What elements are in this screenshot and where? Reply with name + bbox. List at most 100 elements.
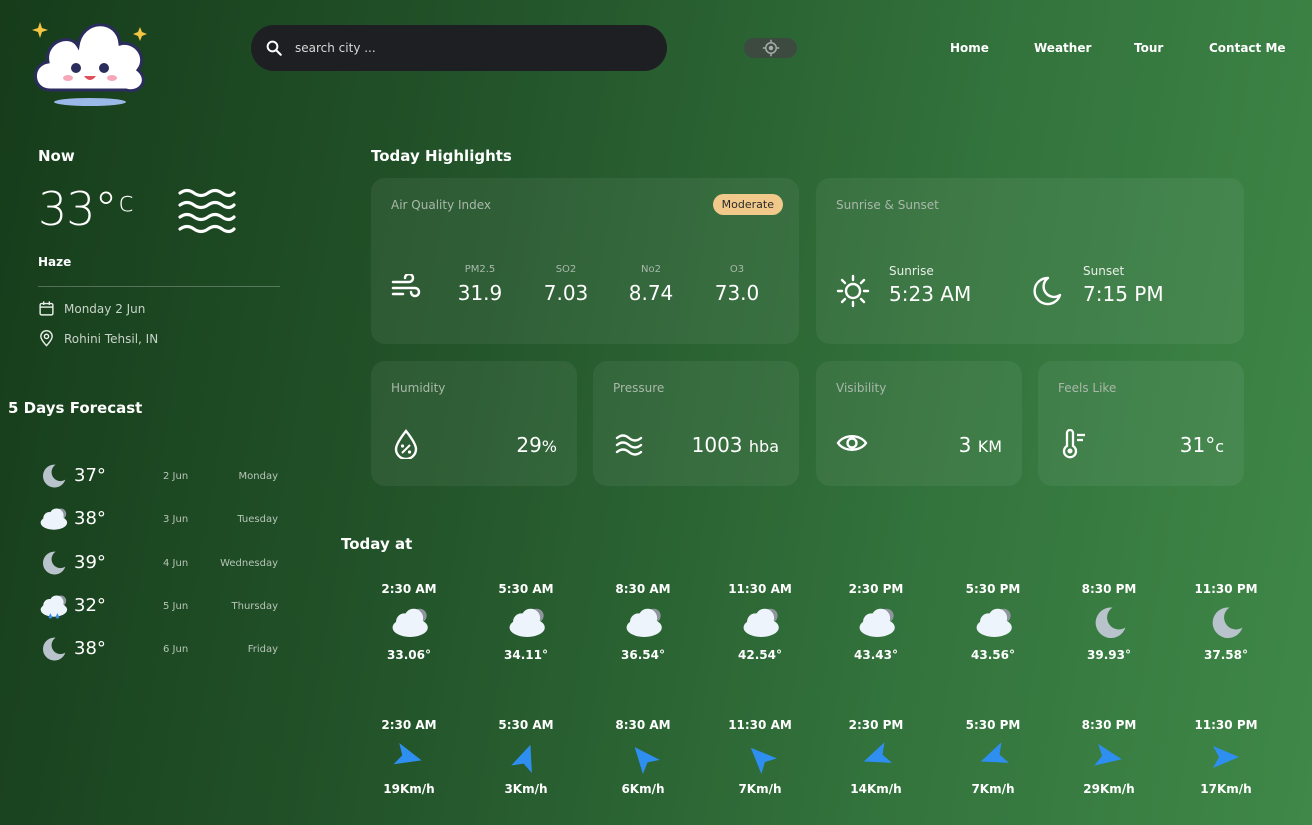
forecast-temp: 37° [74, 465, 106, 486]
hourly-temp-item: 2:30 AM 33.06° [364, 582, 454, 662]
cloud-icon [859, 608, 895, 637]
hour-time: 11:30 AM [728, 582, 792, 596]
wind-speed: 7Km/h [971, 782, 1015, 796]
visibility-card: Visibility 3 KM [816, 361, 1022, 486]
sun-icon [836, 274, 870, 308]
aqi-status-badge: Moderate [712, 194, 783, 215]
wind-speed: 3Km/h [504, 782, 548, 796]
forecast-date: 3 Jun [163, 514, 189, 525]
humidity-card: Humidity 29% [371, 361, 577, 486]
humidity-label: Humidity [391, 381, 446, 395]
forecast-date: 6 Jun [163, 644, 189, 655]
hour-temp: 36.54° [621, 648, 665, 662]
humidity-drop-icon [394, 429, 418, 459]
eye-icon [836, 435, 868, 451]
hourly-wind-item: 2:30 AM 19Km/h [364, 718, 454, 796]
wind-direction-icon [511, 744, 532, 773]
forecast-day: Friday [247, 644, 278, 655]
forecast-row: 32° 5 Jun Thursday [38, 590, 278, 624]
visibility-value: 3 KM [958, 433, 1002, 457]
humidity-value: 29% [516, 433, 557, 457]
aqi-so2: SO2 7.03 [543, 264, 589, 305]
hour-temp: 42.54° [738, 648, 782, 662]
moon-icon [1095, 607, 1126, 639]
wind-speed: 7Km/h [738, 782, 782, 796]
wind-direction-icon [863, 742, 892, 763]
wind-direction-icon [634, 747, 660, 774]
highlights-title: Today Highlights [371, 147, 512, 165]
hourly-temp-item: 5:30 PM 43.56° [948, 582, 1038, 662]
search-input[interactable] [295, 41, 635, 55]
hour-time: 2:30 AM [381, 718, 437, 732]
hourly-temp-item: 11:30 PM 37.58° [1181, 582, 1271, 662]
hour-time: 8:30 PM [1081, 582, 1137, 596]
calendar-icon [39, 301, 54, 316]
haze-icon [178, 188, 236, 238]
moon-icon [42, 637, 66, 661]
moon-icon [1033, 276, 1062, 306]
wind-speed: 14Km/h [850, 782, 902, 796]
forecast-date: 5 Jun [163, 601, 189, 612]
hourly-temp-item: 8:30 AM 36.54° [598, 582, 688, 662]
hourly-wind-item: 8:30 AM 6Km/h [598, 718, 688, 796]
hour-temp: 34.11° [504, 648, 548, 662]
aqi-card: Air Quality Index Moderate PM2.5 31.9 SO2… [371, 178, 799, 344]
hourly-wind-item: 11:30 PM 17Km/h [1181, 718, 1271, 796]
hour-time: 11:30 PM [1194, 582, 1258, 596]
pressure-value: 1003 hba [691, 433, 779, 457]
forecast-date: 4 Jun [163, 558, 189, 569]
aqi-label: Air Quality Index [391, 198, 492, 212]
forecast-title: 5 Days Forecast [8, 399, 143, 417]
pressure-card: Pressure 1003 hba [593, 361, 799, 486]
pressure-waves-icon [615, 434, 643, 456]
hour-time: 5:30 AM [498, 718, 554, 732]
forecast-row: 39° 4 Jun Wednesday [38, 547, 278, 581]
sunset-time: 7:15 PM [1083, 282, 1164, 306]
search-bar[interactable] [251, 25, 667, 71]
hour-time: 8:30 PM [1081, 718, 1137, 732]
aqi-no2: No2 8.74 [628, 264, 674, 305]
hour-temp: 37.58° [1204, 648, 1248, 662]
forecast-temp: 32° [74, 595, 106, 616]
forecast-day: Wednesday [220, 558, 278, 569]
hour-time: 2:30 PM [848, 582, 904, 596]
hourly-temp-item: 2:30 PM 43.43° [831, 582, 921, 662]
hour-temp: 43.43° [854, 648, 898, 662]
nav-tour[interactable]: Tour [1134, 41, 1163, 55]
sunrise-time: 5:23 AM [889, 282, 972, 306]
hour-time: 11:30 PM [1194, 718, 1258, 732]
hourly-wind-item: 5:30 AM 3Km/h [481, 718, 571, 796]
search-icon [266, 40, 282, 56]
hourly-wind-item: 2:30 PM 14Km/h [831, 718, 921, 796]
feels-like-value: 31°c [1179, 433, 1224, 457]
forecast-temp: 39° [74, 552, 106, 573]
moon-icon [42, 464, 66, 488]
today-at-title: Today at [341, 535, 413, 553]
current-location-button[interactable] [744, 38, 797, 58]
app-logo[interactable] [28, 10, 150, 110]
hour-temp: 43.56° [971, 648, 1015, 662]
sunset-label: Sunset [1083, 264, 1125, 278]
sun-label: Sunrise & Sunset [836, 198, 939, 212]
hourly-wind-item: 11:30 AM 7Km/h [715, 718, 805, 796]
wind-direction-icon [1094, 743, 1122, 766]
wind-speed: 17Km/h [1200, 782, 1252, 796]
divider [38, 286, 280, 287]
forecast-day: Thursday [231, 601, 279, 612]
nav-home[interactable]: Home [950, 41, 989, 55]
wind-direction-icon [980, 742, 1009, 763]
cloud-icon [626, 608, 662, 637]
location-pin-icon [40, 330, 53, 347]
wind-icon [391, 274, 421, 298]
nav-weather[interactable]: Weather [1034, 41, 1091, 55]
moon-icon [1212, 607, 1243, 639]
location-target-icon [762, 39, 779, 57]
visibility-label: Visibility [836, 381, 887, 395]
nav-contact[interactable]: Contact Me [1209, 41, 1286, 55]
condition-text: Haze [38, 255, 72, 269]
forecast-day: Tuesday [237, 514, 278, 525]
cloud-icon [392, 608, 428, 637]
wind-speed: 6Km/h [621, 782, 665, 796]
thermometer-icon [1062, 429, 1085, 459]
feels-like-card: Feels Like 31°c [1038, 361, 1244, 486]
